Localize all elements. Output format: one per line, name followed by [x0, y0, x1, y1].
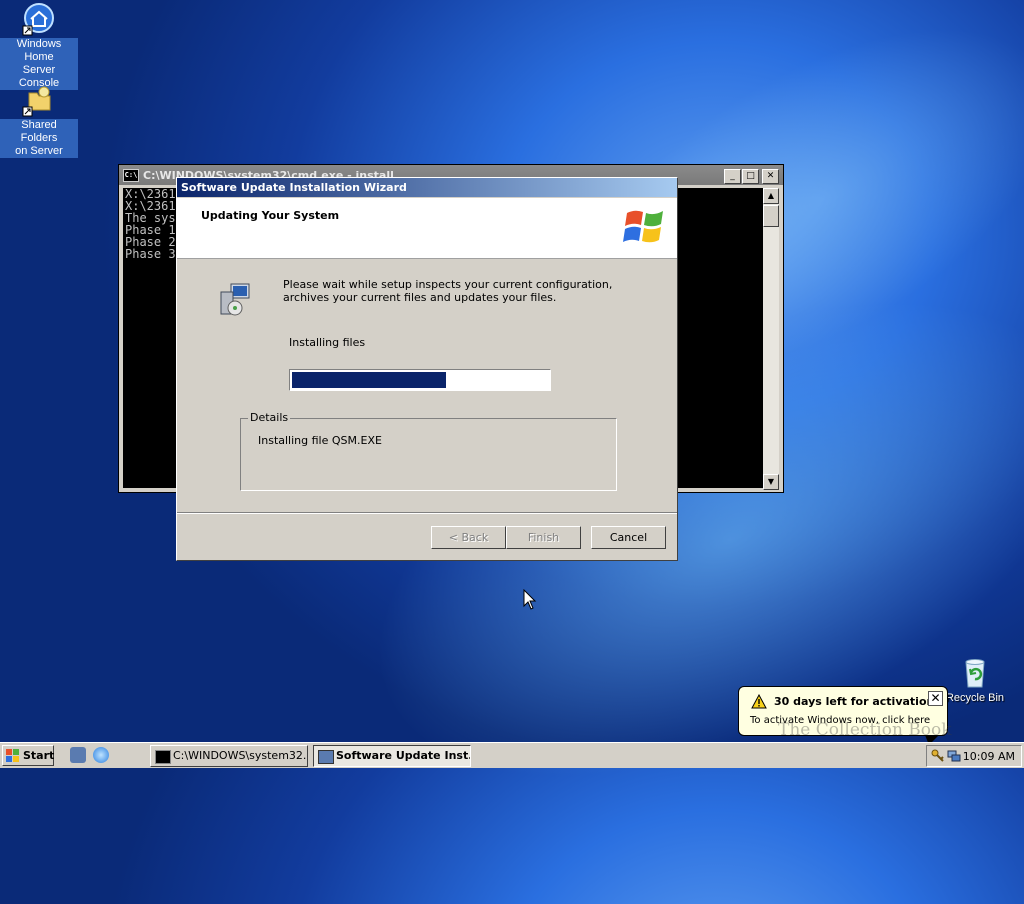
progress-fill [292, 372, 446, 388]
minimize-button[interactable]: _ [724, 169, 741, 184]
install-status-label: Installing files [289, 336, 366, 349]
console-scrollbar[interactable]: ▲ ▼ [763, 188, 779, 490]
scrollbar-thumb[interactable] [763, 205, 779, 227]
internet-explorer-icon[interactable] [93, 747, 109, 763]
taskbar: Start C:\WINDOWS\system32... Software Up… [0, 742, 1024, 768]
windows-logo-icon [623, 205, 667, 249]
balloon-close-button[interactable]: ✕ [928, 691, 943, 706]
taskbar-task-console[interactable]: C:\WINDOWS\system32... [150, 745, 308, 767]
home-server-icon [22, 2, 56, 36]
details-text: Installing file QSM.EXE [258, 434, 382, 447]
back-button[interactable]: < Back [431, 526, 506, 549]
windows-flag-icon [6, 749, 20, 762]
mouse-cursor-icon [523, 588, 537, 614]
network-icon[interactable] [947, 749, 961, 766]
desktop-icon-home-server-console[interactable]: Windows Home Server Console [0, 2, 78, 90]
scroll-down-arrow-icon[interactable]: ▼ [763, 474, 779, 490]
watermark-text: The Collection Book [778, 720, 952, 740]
button-separator [177, 512, 677, 514]
cancel-button[interactable]: Cancel [591, 526, 666, 549]
balloon-title: 30 days left for activation [774, 695, 935, 708]
taskbar-clock[interactable]: 10:09 AM [963, 750, 1015, 763]
wizard-message: Please wait while setup inspects your cu… [283, 278, 613, 304]
command-prompt-icon: C:\ [123, 168, 139, 182]
finish-button[interactable]: Finish [506, 526, 581, 549]
start-button[interactable]: Start [2, 745, 54, 766]
install-progress-bar [289, 369, 551, 391]
desktop-icon-shared-folders[interactable]: Shared Folders on Server [0, 83, 78, 158]
details-groupbox: Details Installing file QSM.EXE [240, 411, 617, 491]
show-desktop-icon[interactable] [70, 747, 86, 763]
setup-icon [318, 750, 334, 764]
taskbar-task-update-wizard[interactable]: Software Update Inst... [313, 745, 471, 767]
update-wizard-dialog[interactable]: Software Update Installation Wizard Upda… [176, 177, 678, 561]
wizard-header-title: Updating Your System [201, 209, 340, 222]
details-legend: Details [248, 411, 291, 424]
setup-computer-icon [219, 282, 253, 318]
warning-icon [751, 693, 767, 712]
scroll-up-arrow-icon[interactable]: ▲ [763, 188, 779, 204]
system-tray: 10:09 AM [926, 745, 1022, 767]
desktop-icon-label: Shared Folders on Server [0, 119, 78, 158]
wizard-titlebar[interactable]: Software Update Installation Wizard [177, 178, 677, 197]
task-label: Software Update Inst... [336, 749, 471, 762]
task-label: C:\WINDOWS\system32... [173, 749, 308, 762]
activation-key-icon[interactable] [931, 749, 945, 766]
wizard-header: Updating Your System [177, 198, 677, 259]
recycle-bin-icon [958, 656, 992, 690]
close-button[interactable]: ✕ [762, 169, 779, 184]
maximize-button[interactable]: □ [742, 169, 759, 184]
shared-folders-icon [22, 83, 56, 117]
start-label: Start [23, 749, 55, 762]
console-window-controls: _ □ ✕ [724, 169, 779, 184]
command-prompt-icon [155, 750, 171, 764]
